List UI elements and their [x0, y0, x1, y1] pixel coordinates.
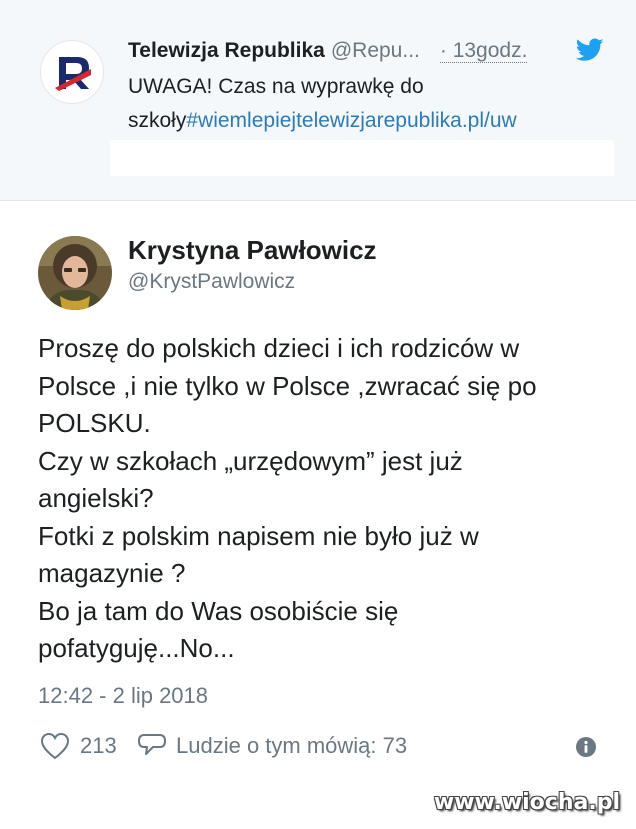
tweet-body-line: POLSKU.	[38, 408, 151, 438]
tweet-body-line: angielski?	[38, 483, 154, 513]
info-icon[interactable]	[575, 736, 597, 758]
tweet-body-line: Fotki z polskim napisem nie było już w	[38, 520, 479, 551]
author-name[interactable]: Krystyna Pawłowicz	[128, 232, 377, 268]
heart-icon[interactable]	[40, 732, 70, 760]
hashtag-link[interactable]: #wiemlepiejtelewizjarepublika.pl/uw	[186, 109, 516, 132]
quoted-media-placeholder[interactable]	[110, 140, 614, 176]
quoted-text-prefix: szkoły	[128, 109, 187, 132]
quoted-tweet-time[interactable]: · 13godz.	[439, 39, 528, 63]
telewizja-republika-avatar[interactable]	[40, 40, 104, 104]
quoted-tweet-header: Telewizja Republika @Repu... · 13godz.	[128, 36, 568, 66]
replies-link[interactable]: Ludzie o tym mówią: 73	[176, 726, 407, 766]
quoted-text-line: szkoły#wiemlepiejtelewizjarepublika.pl/u…	[128, 104, 608, 138]
tweet-body-line: pofatyguję...No...	[38, 633, 235, 663]
tweet-body: Proszę do polskich dzieci i ich rodziców…	[38, 330, 608, 668]
tweet-timestamp[interactable]: 12:42 - 2 lip 2018	[38, 680, 208, 712]
author-avatar[interactable]	[38, 236, 112, 310]
republika-logo-icon	[55, 57, 91, 91]
quoted-text-line: UWAGA! Czas na wyprawkę do	[128, 75, 424, 98]
quoted-tweet[interactable]: Telewizja Republika @Repu... · 13godz. UWA…	[0, 0, 636, 201]
like-count[interactable]: 213	[80, 726, 117, 766]
author-photo	[38, 236, 112, 310]
tweet-body-line: magazynie ?	[38, 558, 186, 588]
twitter-bird-icon[interactable]	[576, 38, 604, 62]
author-handle[interactable]: @KrystPawlowicz	[128, 266, 295, 298]
tweet-body-line: Bo ja tam do Was osobiście się	[38, 595, 399, 626]
watermark: www.wiocha.pl	[433, 790, 620, 815]
tweet-body-line: Proszę do polskich dzieci i ich rodziców…	[38, 333, 520, 363]
tweet-body-line: Polsce ,i nie tylko w Polsce ,zwracać si…	[38, 370, 537, 401]
tweet-body-line: Czy w szkołach „urzędowym” jest już	[38, 445, 463, 476]
reply-bubble-icon[interactable]	[136, 732, 168, 760]
quoted-tweet-text: UWAGA! Czas na wyprawkę do szkoły#wiemle…	[128, 70, 608, 138]
quoted-author-handle[interactable]: @Repu...	[331, 39, 420, 62]
quoted-author-name[interactable]: Telewizja Republika	[128, 39, 325, 62]
